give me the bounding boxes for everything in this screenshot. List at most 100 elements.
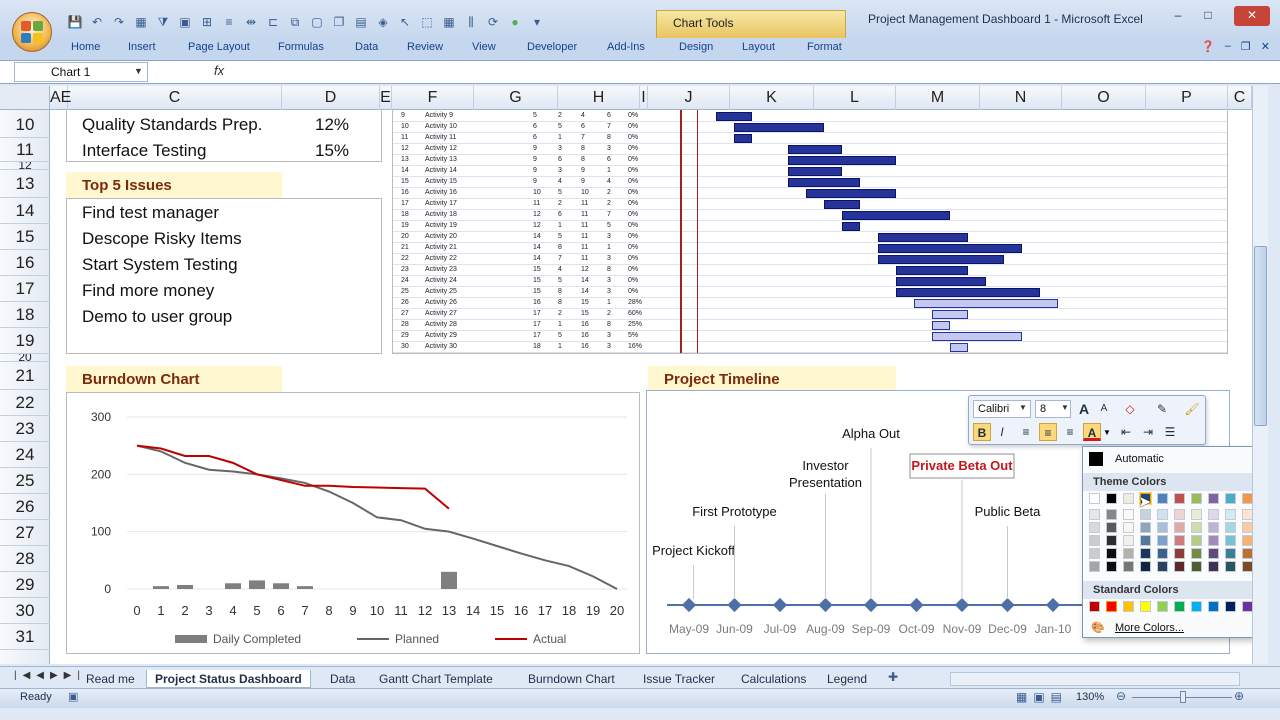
row-header[interactable]: 16 bbox=[0, 250, 50, 276]
theme-color-swatch[interactable] bbox=[1106, 493, 1117, 504]
gantt-bar[interactable] bbox=[878, 244, 1022, 253]
gantt-bar[interactable] bbox=[788, 178, 860, 187]
close-button[interactable]: ✕ bbox=[1234, 6, 1270, 26]
gantt-bar[interactable] bbox=[932, 321, 950, 330]
theme-color-swatch[interactable] bbox=[1225, 535, 1236, 546]
row-header[interactable]: 26 bbox=[0, 494, 50, 520]
theme-color-swatch[interactable] bbox=[1191, 493, 1202, 504]
ribbon-close-icon[interactable]: ✕ bbox=[1261, 40, 1270, 53]
theme-color-swatch[interactable] bbox=[1225, 522, 1236, 533]
tab-data[interactable]: Data bbox=[355, 41, 378, 53]
theme-color-swatch[interactable] bbox=[1140, 522, 1151, 533]
chart-icon[interactable]: ▦ bbox=[132, 14, 150, 30]
theme-color-swatch[interactable] bbox=[1157, 535, 1168, 546]
shrink-font-button[interactable]: A bbox=[1095, 400, 1113, 418]
row-header[interactable]: 18 bbox=[0, 302, 50, 328]
row-header[interactable]: 17 bbox=[0, 276, 50, 302]
tab-page-layout[interactable]: Page Layout bbox=[188, 41, 250, 53]
theme-color-swatch[interactable] bbox=[1157, 509, 1168, 520]
grow-font-button[interactable]: A bbox=[1075, 400, 1093, 418]
bullets-icon[interactable]: ☰ bbox=[1161, 423, 1179, 441]
row-header[interactable]: 21 bbox=[0, 362, 50, 390]
column-header[interactable]: AE bbox=[50, 86, 71, 110]
copy-icon[interactable]: ❐ bbox=[330, 14, 348, 30]
standard-color-swatch[interactable] bbox=[1157, 601, 1168, 612]
select-icon[interactable]: ⬚ bbox=[418, 14, 436, 30]
table-icon[interactable]: ⊞ bbox=[198, 14, 216, 30]
theme-color-swatch[interactable] bbox=[1106, 535, 1117, 546]
minimize-button[interactable]: – bbox=[1164, 6, 1192, 26]
theme-color-swatch[interactable] bbox=[1174, 509, 1185, 520]
theme-color-swatch[interactable] bbox=[1225, 509, 1236, 520]
row-header[interactable]: 23 bbox=[0, 416, 50, 442]
theme-color-swatch[interactable] bbox=[1191, 561, 1202, 572]
function-icon[interactable]: fx bbox=[214, 63, 224, 78]
row-header[interactable]: 13 bbox=[0, 170, 50, 198]
decrease-indent-icon[interactable]: ⇤ bbox=[1117, 423, 1135, 441]
theme-color-swatch[interactable] bbox=[1225, 561, 1236, 572]
column-header[interactable]: E bbox=[380, 86, 392, 110]
column-header[interactable]: N bbox=[980, 86, 1062, 110]
automatic-color-swatch[interactable] bbox=[1089, 452, 1103, 466]
page-icon[interactable]: ▢ bbox=[308, 14, 326, 30]
column-header[interactable]: L bbox=[814, 86, 896, 110]
standard-color-swatch[interactable] bbox=[1106, 601, 1117, 612]
gantt-bar[interactable] bbox=[914, 299, 1058, 308]
automatic-color-option[interactable]: Automatic bbox=[1115, 453, 1164, 465]
gantt-bar[interactable] bbox=[878, 233, 968, 242]
theme-color-swatch[interactable] bbox=[1123, 561, 1134, 572]
name-box-dropdown-icon[interactable]: ▼ bbox=[134, 66, 143, 76]
zoom-out-icon[interactable]: ⊖ bbox=[1116, 689, 1126, 703]
row-header[interactable]: 20 bbox=[0, 354, 50, 362]
gantt-bar[interactable] bbox=[932, 310, 968, 319]
font-color-icon[interactable]: A bbox=[1083, 423, 1101, 441]
theme-color-swatch[interactable] bbox=[1208, 561, 1219, 572]
tab-insert[interactable]: Insert bbox=[128, 41, 156, 53]
row-header[interactable]: 10 bbox=[0, 112, 50, 138]
image-icon[interactable]: ▤ bbox=[352, 14, 370, 30]
sheet-tab[interactable]: Calculations bbox=[733, 670, 814, 688]
align-icon[interactable]: ≡ bbox=[220, 14, 238, 30]
theme-color-swatch[interactable] bbox=[1089, 522, 1100, 533]
fill-color-icon[interactable]: ◇ bbox=[1121, 400, 1139, 418]
macro-record-icon[interactable]: ▣ bbox=[68, 690, 78, 703]
tab-layout[interactable]: Layout bbox=[742, 41, 775, 53]
maximize-button[interactable]: □ bbox=[1194, 6, 1222, 26]
formula-input[interactable] bbox=[236, 62, 1256, 82]
row-header[interactable]: 25 bbox=[0, 468, 50, 494]
theme-color-swatch[interactable] bbox=[1208, 535, 1219, 546]
standard-color-swatch[interactable] bbox=[1140, 601, 1151, 612]
zoom-in-icon[interactable]: ⊕ bbox=[1234, 689, 1244, 703]
theme-color-swatch[interactable] bbox=[1157, 493, 1168, 504]
theme-color-swatch[interactable] bbox=[1123, 509, 1134, 520]
theme-color-swatch[interactable] bbox=[1123, 535, 1134, 546]
theme-color-swatch[interactable] bbox=[1225, 493, 1236, 504]
sheet-tab-active[interactable]: Project Status Dashboard bbox=[146, 670, 311, 688]
standard-color-swatch[interactable] bbox=[1123, 601, 1134, 612]
row-header[interactable]: 30 bbox=[0, 598, 50, 624]
horizontal-scrollbar[interactable] bbox=[950, 672, 1240, 686]
row-header[interactable]: 12 bbox=[0, 162, 50, 170]
select-all-corner[interactable] bbox=[0, 86, 50, 110]
more-colors-option[interactable]: More Colors... bbox=[1115, 622, 1184, 634]
sheet-tab[interactable]: Gantt Chart Template bbox=[371, 670, 501, 688]
theme-color-swatch[interactable] bbox=[1208, 493, 1219, 504]
tab-view[interactable]: View bbox=[472, 41, 496, 53]
align-left-button[interactable]: ≡ bbox=[1017, 423, 1035, 441]
align-right-button[interactable]: ≡ bbox=[1061, 423, 1079, 441]
line-color-icon[interactable]: ✎ bbox=[1153, 400, 1171, 418]
gantt-bar[interactable] bbox=[824, 200, 860, 209]
theme-color-swatch[interactable] bbox=[1089, 548, 1100, 559]
theme-color-swatch[interactable] bbox=[1140, 548, 1151, 559]
theme-color-swatch[interactable] bbox=[1157, 561, 1168, 572]
theme-color-swatch[interactable] bbox=[1106, 548, 1117, 559]
font-size-dropdown-icon[interactable]: ▼ bbox=[1061, 403, 1069, 412]
tab-developer[interactable]: Developer bbox=[527, 41, 577, 53]
theme-color-swatch[interactable] bbox=[1089, 561, 1100, 572]
burndown-chart-area[interactable]: 0 100 200 300 0 1 2 3 4 5 6 7 8 9 10 11 12 13 14 15 16 17 18 19… bbox=[66, 392, 640, 654]
shapes-icon[interactable]: ◈ bbox=[374, 14, 392, 30]
column-header[interactable]: H bbox=[558, 86, 640, 110]
row-header[interactable]: 14 bbox=[0, 198, 50, 224]
increase-indent-icon[interactable]: ⇥ bbox=[1139, 423, 1157, 441]
tab-formulas[interactable]: Formulas bbox=[278, 41, 324, 53]
